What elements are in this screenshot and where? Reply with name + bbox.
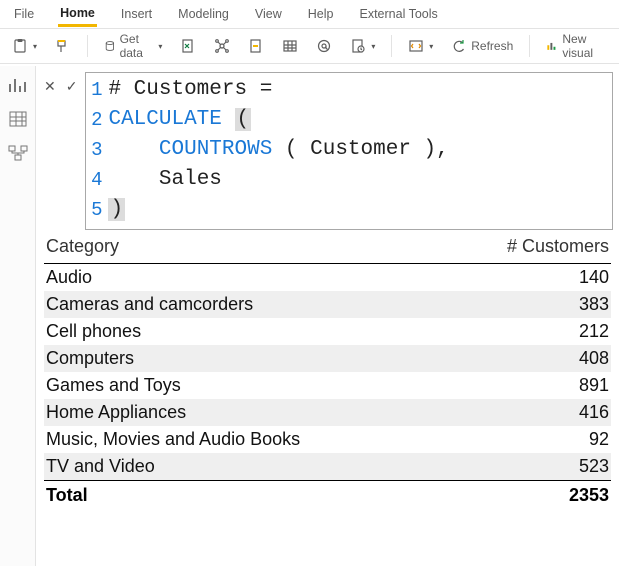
menu-home[interactable]: Home [58, 2, 97, 27]
recent-icon [350, 38, 366, 54]
table-row[interactable]: Cameras and camcorders383 [44, 291, 611, 318]
cancel-formula-button[interactable]: ✕ [44, 78, 56, 95]
line-number: 5 [86, 195, 108, 225]
excel-button[interactable] [176, 36, 200, 56]
cell-category: Computers [46, 348, 479, 369]
report-view-icon[interactable] [8, 76, 28, 94]
formula-editor[interactable]: 1# Customers = 2CALCULATE ( 3 COUNTROWS … [85, 72, 613, 230]
cell-value: 140 [479, 267, 609, 288]
table-row[interactable]: Music, Movies and Audio Books92 [44, 426, 611, 453]
ribbon: ▾ Get data ▾ ▾ ▾ Refresh New visual [0, 28, 619, 64]
table-footer: Total 2353 [44, 480, 611, 510]
cell-value: 408 [479, 348, 609, 369]
chevron-down-icon: ▾ [371, 42, 375, 51]
chevron-down-icon: ▾ [429, 42, 433, 51]
sql-button[interactable] [244, 36, 268, 56]
canvas: ✕ ✓ 1# Customers = 2CALCULATE ( 3 COUNTR… [36, 66, 619, 566]
cell-value: 212 [479, 321, 609, 342]
indent [108, 138, 158, 161]
table-header: Category # Customers [44, 232, 611, 264]
cell-value: 523 [479, 456, 609, 477]
menu-external-tools[interactable]: External Tools [357, 3, 439, 25]
table-row[interactable]: Computers408 [44, 345, 611, 372]
code-text: Sales [159, 168, 222, 191]
result-table: Category # Customers Audio140 Cameras an… [44, 232, 611, 510]
cell-value: 383 [479, 294, 609, 315]
code-paren: ) [108, 198, 125, 221]
hub-icon [214, 38, 230, 54]
format-painter-button[interactable] [51, 36, 75, 56]
menu-file[interactable]: File [12, 3, 36, 25]
menu-insert[interactable]: Insert [119, 3, 154, 25]
code-paren: ( [235, 108, 252, 131]
menu-modeling[interactable]: Modeling [176, 3, 231, 25]
refresh-label: Refresh [471, 39, 513, 53]
line-number: 2 [86, 105, 108, 135]
transform-icon [408, 38, 424, 54]
recent-button[interactable]: ▾ [346, 36, 379, 56]
refresh-button[interactable]: Refresh [447, 36, 517, 56]
code-keyword: CALCULATE [108, 108, 234, 131]
paste-button[interactable]: ▾ [8, 36, 41, 56]
cell-category: Games and Toys [46, 375, 479, 396]
menu-bar: File Home Insert Modeling View Help Exte… [0, 0, 619, 28]
separator [87, 35, 88, 57]
line-number: 3 [86, 135, 108, 165]
table-row[interactable]: Cell phones212 [44, 318, 611, 345]
enter-data-button[interactable] [278, 36, 302, 56]
total-label: Total [46, 485, 479, 506]
code-text: # Customers = [108, 75, 272, 105]
grid-icon [282, 38, 298, 54]
new-visual-label: New visual [562, 32, 607, 60]
at-icon [316, 38, 332, 54]
data-icon [104, 38, 116, 54]
separator [529, 35, 530, 57]
table-row[interactable]: Home Appliances416 [44, 399, 611, 426]
get-data-button[interactable]: Get data ▾ [100, 30, 167, 62]
file-sql-icon [248, 38, 264, 54]
line-number: 1 [86, 75, 108, 105]
cell-category: Music, Movies and Audio Books [46, 429, 479, 450]
chevron-down-icon: ▾ [33, 42, 37, 51]
cell-category: Home Appliances [46, 402, 479, 423]
code-text: ( Customer ), [285, 138, 449, 161]
table-row[interactable]: Games and Toys891 [44, 372, 611, 399]
header-category[interactable]: Category [46, 236, 479, 257]
total-value: 2353 [479, 485, 609, 506]
menu-view[interactable]: View [253, 3, 284, 25]
line-number: 4 [86, 165, 108, 195]
cell-value: 92 [479, 429, 609, 450]
cell-category: Cameras and camcorders [46, 294, 479, 315]
cell-value: 891 [479, 375, 609, 396]
cell-value: 416 [479, 402, 609, 423]
datahub-button[interactable] [210, 36, 234, 56]
code-keyword: COUNTROWS [159, 138, 285, 161]
refresh-icon [451, 38, 467, 54]
file-excel-icon [180, 38, 196, 54]
indent [108, 168, 158, 191]
table-body: Audio140 Cameras and camcorders383 Cell … [44, 264, 611, 480]
transform-button[interactable]: ▾ [404, 36, 437, 56]
table-row[interactable]: Audio140 [44, 264, 611, 291]
header-value[interactable]: # Customers [479, 236, 609, 257]
brush-icon [55, 38, 71, 54]
commit-formula-button[interactable]: ✓ [66, 78, 78, 95]
table-row[interactable]: TV and Video523 [44, 453, 611, 480]
view-switcher [0, 66, 36, 566]
cell-category: Cell phones [46, 321, 479, 342]
cell-category: TV and Video [46, 456, 479, 477]
new-visual-button[interactable]: New visual [542, 30, 611, 62]
menu-help[interactable]: Help [306, 3, 336, 25]
separator [391, 35, 392, 57]
cell-category: Audio [46, 267, 479, 288]
clipboard-icon [12, 38, 28, 54]
data-view-icon[interactable] [8, 110, 28, 128]
chart-icon [546, 38, 558, 54]
chevron-down-icon: ▾ [158, 42, 162, 51]
model-view-icon[interactable] [8, 144, 28, 162]
formula-bar-row: ✕ ✓ 1# Customers = 2CALCULATE ( 3 COUNTR… [36, 66, 619, 230]
dataverse-button[interactable] [312, 36, 336, 56]
get-data-label: Get data [120, 32, 154, 60]
